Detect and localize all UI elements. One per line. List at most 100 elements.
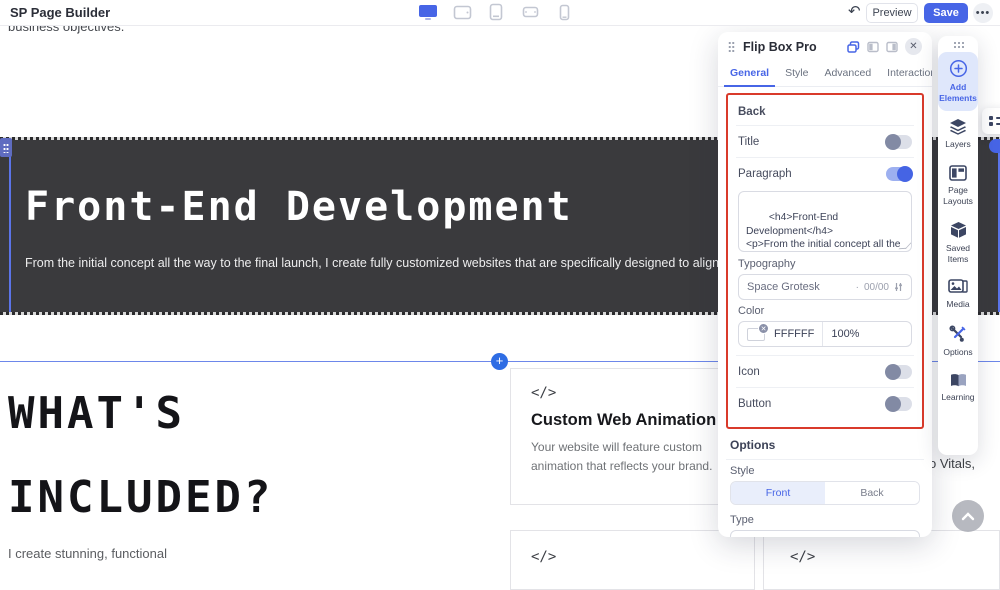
tab-interaction[interactable]: Interaction (879, 61, 932, 86)
color-input[interactable]: ✕ FFFFFF 100% (738, 321, 912, 347)
tab-style[interactable]: Style (777, 61, 816, 86)
typography-value: Space Grotesk (747, 281, 820, 293)
typography-label: Typography (738, 258, 912, 270)
feature-card-custom-web-animation[interactable]: </> Custom Web Animation Your website wi… (510, 368, 741, 505)
flip-box-pro-panel: Flip Box Pro ✕ General Style Advanced In… (718, 32, 932, 537)
hero-title[interactable]: Front-End Development (25, 184, 573, 230)
panel-tabs: General Style Advanced Interaction (718, 61, 932, 87)
paragraph-toggle[interactable] (886, 167, 912, 181)
save-button[interactable]: Save (924, 3, 968, 23)
undo-button[interactable]: ↶ (848, 2, 861, 20)
sidebar-item-label: Layers (945, 139, 971, 150)
close-icon[interactable]: ✕ (905, 38, 922, 55)
card-body: Your website will feature custom animati… (531, 438, 720, 476)
sidebar-item-label: Learning (941, 392, 974, 403)
plus-circle-icon (949, 59, 968, 78)
paragraph-textarea-value: <h4>Front-End Development</h4> <p>From t… (746, 212, 903, 252)
panel-drag-handle-icon[interactable] (728, 41, 735, 52)
dock-right-icon[interactable] (886, 41, 898, 53)
sidebar-item-layers[interactable]: Layers (938, 111, 978, 158)
sidebar-item-label: Media (946, 299, 969, 310)
book-icon (949, 373, 968, 388)
top-toolbar: SP Page Builder ↶ ↷ Preview Save ••• (0, 0, 1000, 26)
panel-header: Flip Box Pro ✕ (718, 32, 932, 61)
cube-icon (949, 221, 968, 239)
sidebar-drag-handle-icon[interactable] (953, 41, 964, 48)
page-text-fragment: o Vitals, (929, 456, 975, 471)
feature-card[interactable]: </> (763, 530, 1000, 590)
sidebar-item-saved-items[interactable]: Saved Items (938, 214, 978, 272)
sidebar-item-label: Saved Items (939, 243, 977, 264)
code-icon: </> (790, 549, 973, 565)
title-toggle[interactable] (886, 135, 912, 149)
style-segmented-control: Front Back (730, 481, 920, 505)
sidebar-item-label: Page Layouts (939, 185, 977, 206)
included-heading[interactable]: WHAT'S INCLUDED? (8, 372, 273, 540)
typography-settings-icon[interactable] (894, 282, 903, 292)
style-label: Style (730, 465, 920, 477)
typography-dot: · (856, 282, 859, 293)
code-icon: </> (531, 385, 720, 401)
builder-sidebar: Add Elements Layers Page Layouts Saved I… (938, 36, 978, 455)
tools-icon (949, 325, 967, 343)
add-row-button[interactable]: + (491, 353, 508, 370)
tab-advanced[interactable]: Advanced (816, 61, 879, 86)
options-section-heading: Options (726, 429, 924, 460)
color-hex-value[interactable]: FFFFFF (774, 328, 814, 340)
duplicate-icon[interactable] (847, 41, 860, 53)
desktop-icon[interactable] (418, 4, 438, 20)
sidebar-item-label: Options (943, 347, 972, 358)
button-label: Button (738, 398, 771, 410)
mobile-icon[interactable] (554, 4, 574, 20)
sidebar-item-media[interactable]: Media (938, 272, 978, 318)
sidebar-item-learning[interactable]: Learning (938, 366, 978, 411)
sidebar-item-options[interactable]: Options (938, 318, 978, 366)
sidebar-item-add-elements[interactable]: Add Elements (938, 52, 978, 111)
feature-card[interactable]: </> (510, 530, 755, 590)
panel-title: Flip Box Pro (743, 40, 847, 54)
more-options-button[interactable]: ••• (973, 3, 993, 23)
icon-toggle[interactable] (886, 365, 912, 379)
device-preview-switcher (418, 4, 574, 20)
highlighted-back-settings: Back Title Paragraph <h4>Front-End Devel… (726, 93, 924, 429)
back-section-heading: Back (738, 106, 766, 118)
sidebar-item-label: Add Elements (939, 82, 977, 103)
laptop-icon[interactable] (452, 4, 472, 20)
dock-left-icon[interactable] (867, 41, 879, 53)
color-opacity-value[interactable]: 100% (831, 328, 859, 340)
page-layouts-icon (949, 165, 967, 181)
tablet-icon[interactable] (486, 4, 506, 20)
section-drag-handle[interactable] (0, 138, 12, 157)
style-front-option[interactable]: Front (731, 482, 825, 504)
icon-label: Icon (738, 366, 760, 378)
included-subtext[interactable]: I create stunning, functional (8, 546, 167, 561)
mobile-landscape-icon[interactable] (520, 4, 540, 20)
color-swatch[interactable]: ✕ (747, 328, 765, 341)
code-icon: </> (531, 549, 734, 565)
tab-general[interactable]: General (722, 61, 777, 86)
type-select[interactable]: Image (730, 530, 920, 537)
element-options-button[interactable] (982, 108, 1000, 134)
drag-dots-icon (3, 143, 9, 153)
sidebar-item-page-layouts[interactable]: Page Layouts (938, 158, 978, 214)
paragraph-textarea[interactable]: <h4>Front-End Development</h4> <p>From t… (738, 191, 912, 252)
title-label: Title (738, 136, 759, 148)
chevron-up-icon (961, 512, 975, 521)
color-label: Color (738, 305, 912, 317)
section-edit-handle[interactable] (989, 139, 1000, 153)
type-label: Type (730, 514, 920, 526)
card-title: Custom Web Animation (531, 411, 720, 430)
typography-meta: 00/00 (864, 282, 889, 293)
preview-button[interactable]: Preview (866, 3, 918, 23)
scroll-to-top-button[interactable] (952, 500, 984, 532)
button-toggle[interactable] (886, 397, 912, 411)
paragraph-label: Paragraph (738, 168, 792, 180)
style-back-option[interactable]: Back (825, 482, 919, 504)
clear-color-icon[interactable]: ✕ (758, 323, 769, 334)
media-icon (948, 279, 968, 295)
layers-icon (948, 118, 968, 135)
list-options-icon (989, 115, 1000, 127)
app-title: SP Page Builder (10, 5, 110, 20)
typography-input[interactable]: Space Grotesk · 00/00 (738, 274, 912, 300)
section-selection-border (9, 140, 11, 312)
